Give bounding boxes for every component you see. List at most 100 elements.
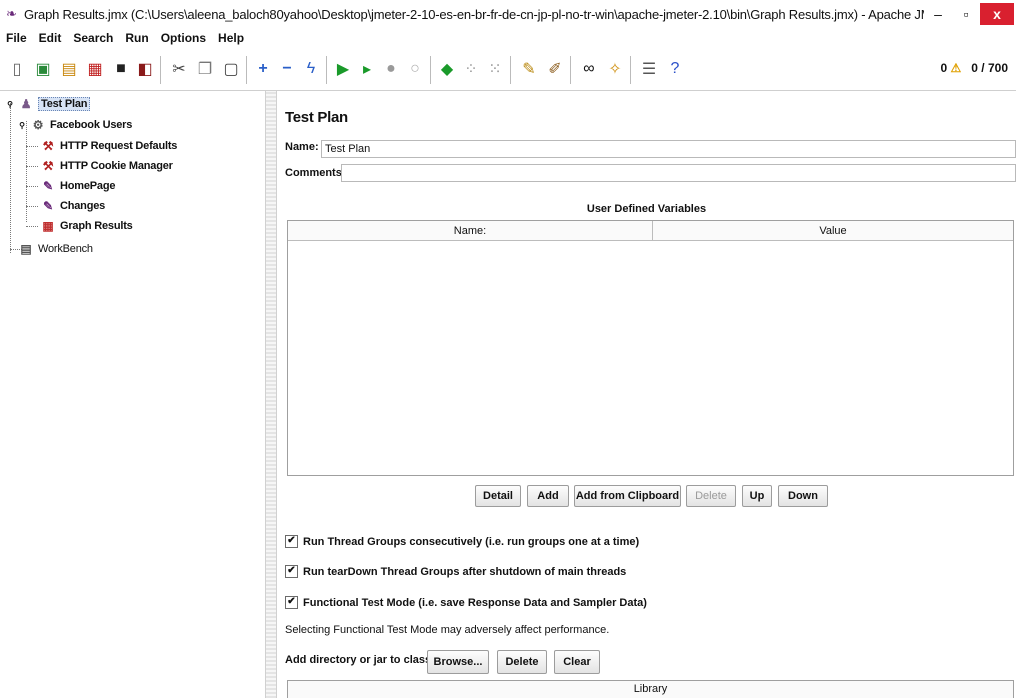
clear-all-icon[interactable]: ✐ [544,57,566,81]
checkmark-icon[interactable]: ✔ [285,535,298,548]
functional-mode-note: Selecting Functional Test Mode may adver… [285,624,610,636]
templates-icon[interactable]: ▣ [32,57,54,81]
maximize-button[interactable]: ▫ [952,3,980,25]
functional-test-mode-checkbox[interactable]: ✔ Functional Test Mode (i.e. save Respon… [285,596,647,609]
clear-icon[interactable]: ✎ [518,57,540,81]
collapse-all-icon[interactable]: − [276,57,298,81]
sampler-icon: ✎ [43,199,53,213]
toolbar-separator [326,56,327,84]
toolbar-separator [630,56,631,84]
toolbar-separator [246,56,247,84]
start-no-pauses-icon[interactable]: ▸ [356,57,378,81]
browse-button[interactable]: Browse... [427,650,489,674]
tree-item-workbench[interactable]: ▤ WorkBench [18,242,93,256]
run-consecutively-checkbox[interactable]: ✔ Run Thread Groups consecutively (i.e. … [285,535,639,548]
expand-toggle-icon[interactable]: ⚲ [18,118,26,132]
comments-field[interactable] [341,164,1016,182]
new-icon[interactable]: ▯ [6,57,28,81]
menu-run[interactable]: Run [125,31,148,45]
menu-edit[interactable]: Edit [39,31,62,45]
toolbar-separator [160,56,161,84]
tree-item-homepage[interactable]: ✎ HomePage [40,179,115,193]
listener-icon: ▦ [42,219,54,233]
warning-count[interactable]: 0 ⚠ [941,61,962,75]
add-button[interactable]: Add [527,485,569,507]
toggle-icon[interactable]: ϟ [300,57,322,81]
save-as-icon[interactable]: ◧ [134,57,156,81]
remote-stop-icon[interactable]: ⁘ [460,57,482,81]
save-icon[interactable]: ■ [110,57,132,81]
thread-group-icon: ⚙ [32,118,44,132]
shutdown-icon[interactable]: ○ [404,57,426,81]
tree-item-test-plan[interactable]: ⚲ ♟ Test Plan [6,97,91,111]
expand-toggle-icon[interactable]: ⚲ [6,97,14,111]
window-title: Graph Results.jmx (C:\Users\aleena_baloc… [24,6,924,22]
clear-button[interactable]: Clear [554,650,600,674]
test-plan-icon: ♟ [20,97,32,111]
pane-splitter[interactable] [265,91,277,698]
config-element-icon: ⚒ [42,139,54,153]
function-helper-icon[interactable]: ☰ [638,57,660,81]
menu-options[interactable]: Options [161,31,206,45]
toolbar: ▯ ▣ ▤ ▦ ■ ◧ ✂ ❐ ▢ + − ϟ ▶ ▸ ● ○ ◆ ⁘ ⁙ ✎ … [0,50,1016,91]
name-label: Name: [285,141,319,153]
run-teardown-checkbox[interactable]: ✔ Run tearDown Thread Groups after shutd… [285,565,626,578]
cut-icon[interactable]: ✂ [168,57,190,81]
tree-item-facebook-users[interactable]: ⚲ ⚙ Facebook Users [18,118,132,132]
config-element-icon: ⚒ [42,159,54,173]
reset-search-icon[interactable]: ✧ [604,57,626,81]
up-button[interactable]: Up [742,485,772,507]
tree-item-graph-results[interactable]: ▦ Graph Results [40,219,132,233]
toolbar-separator [430,56,431,84]
copy-icon[interactable]: ❐ [194,57,216,81]
active-threads: 0 / 700 [971,61,1008,75]
toolbar-separator [510,56,511,84]
open-recent-icon[interactable]: ▦ [84,57,106,81]
title-bar: ❧ Graph Results.jmx (C:\Users\aleena_bal… [0,0,1016,28]
classpath-delete-button[interactable]: Delete [497,650,547,674]
panel-title: Test Plan [285,109,348,126]
name-row: Name: [285,141,319,153]
user-defined-variables-title: User Defined Variables [586,203,707,215]
add-from-clipboard-button[interactable]: Add from Clipboard [574,485,681,507]
column-header-name[interactable]: Name: [288,221,653,240]
name-field[interactable]: Test Plan [321,140,1016,158]
minimize-button[interactable]: – [924,3,952,25]
down-button[interactable]: Down [778,485,828,507]
close-button[interactable]: x [980,3,1014,25]
sampler-icon: ✎ [43,179,53,193]
table-buttons: Detail Add Add from Clipboard Delete Up … [277,485,1016,509]
menu-help[interactable]: Help [218,31,244,45]
help-icon[interactable]: ? [664,57,686,81]
workbench-icon: ▤ [20,242,32,256]
expand-all-icon[interactable]: + [252,57,274,81]
test-plan-panel: Test Plan Name: Test Plan Comments: User… [277,91,1016,698]
menu-bar: File Edit Search Run Options Help [0,28,1016,48]
toolbar-separator [570,56,571,84]
start-icon[interactable]: ▶ [332,57,354,81]
menu-search[interactable]: Search [73,31,113,45]
comments-row: Comments: [285,167,346,179]
stop-icon[interactable]: ● [380,57,402,81]
table-header: Name: Value [288,221,1013,241]
library-column-header[interactable]: Library [287,680,1014,698]
checkmark-icon[interactable]: ✔ [285,596,298,609]
remote-start-icon[interactable]: ◆ [436,57,458,81]
status-area: 0 ⚠ 0 / 700 [941,61,1009,75]
variables-table[interactable]: Name: Value [287,220,1014,476]
column-header-value[interactable]: Value [653,221,1013,240]
jmeter-feather-icon: ❧ [6,6,17,21]
tree-item-changes[interactable]: ✎ Changes [40,199,105,213]
paste-icon[interactable]: ▢ [220,57,242,81]
tree-item-http-cookie-manager[interactable]: ⚒ HTTP Cookie Manager [40,159,173,173]
menu-file[interactable]: File [6,31,27,45]
remote-shutdown-icon[interactable]: ⁙ [484,57,506,81]
checkmark-icon[interactable]: ✔ [285,565,298,578]
detail-button[interactable]: Detail [475,485,521,507]
tree-item-http-request-defaults[interactable]: ⚒ HTTP Request Defaults [40,139,178,153]
search-icon[interactable]: ∞ [578,57,600,81]
test-plan-tree: ⚲ ♟ Test Plan ⚲ ⚙ Facebook Users ⚒ HTTP … [0,91,265,698]
delete-button[interactable]: Delete [686,485,736,507]
warning-icon: ⚠ [950,61,962,75]
open-icon[interactable]: ▤ [58,57,80,81]
